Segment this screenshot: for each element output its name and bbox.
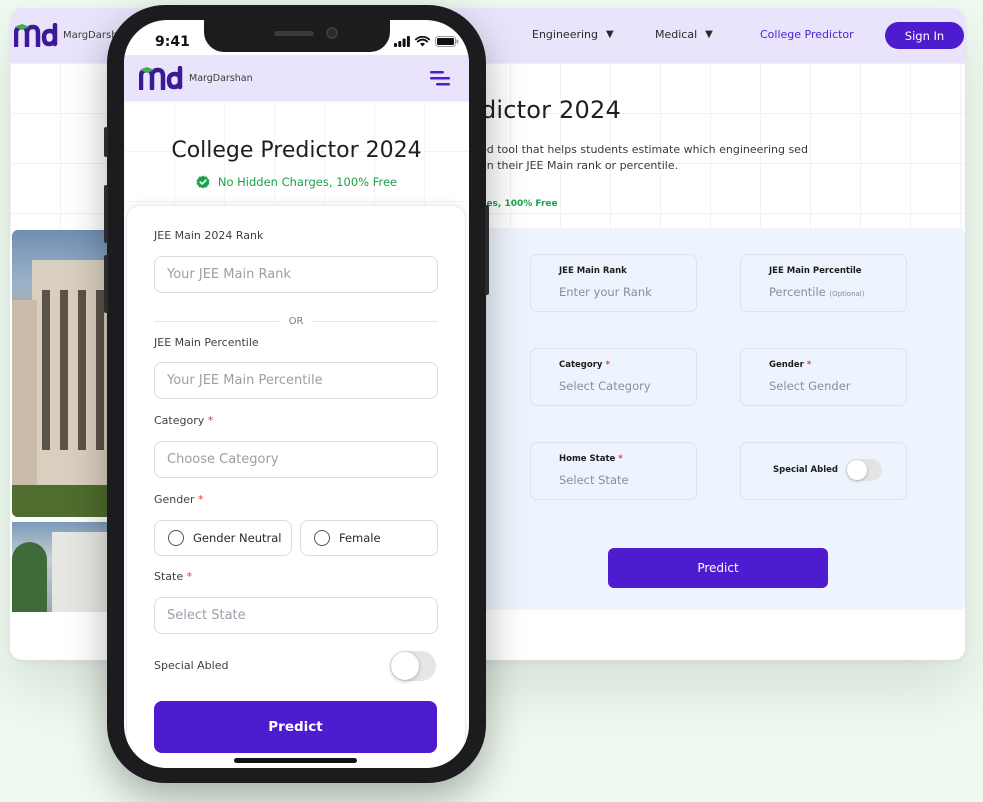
or-text: OR xyxy=(288,316,304,327)
nav-college-predictor[interactable]: College Predictor xyxy=(760,28,854,41)
phone-no-hidden-charges: No Hidden Charges, 100% Free xyxy=(124,175,469,189)
radio-circle-icon xyxy=(314,530,330,546)
nav-engineering[interactable]: Engineering ▼ xyxy=(532,28,614,41)
phone-screen: 9:41 MargDarshan College Predictor 2024 … xyxy=(124,20,469,768)
status-icons xyxy=(394,36,459,47)
rank-input[interactable]: Your JEE Main Rank xyxy=(154,256,438,293)
category-select[interactable]: Category * Select Category xyxy=(530,348,697,406)
phone-mute-switch xyxy=(104,127,108,157)
rank-label: JEE Main 2024 Rank xyxy=(154,229,264,242)
state-select[interactable]: Select State xyxy=(154,597,438,634)
state-label: State * xyxy=(154,570,193,583)
gender-placeholder: Select Gender xyxy=(769,379,851,393)
rank-label: JEE Main Rank xyxy=(559,266,627,276)
nav-medical[interactable]: Medical ▼ xyxy=(655,28,713,41)
nav-engineering-label: Engineering xyxy=(532,28,598,41)
category-select[interactable]: Choose Category xyxy=(154,441,438,478)
wifi-icon xyxy=(415,36,430,47)
toggle-knob xyxy=(847,460,867,480)
gender-option-neutral[interactable]: Gender Neutral xyxy=(154,520,292,556)
hamburger-menu-icon[interactable] xyxy=(430,70,452,86)
logo-icon xyxy=(14,23,58,47)
desktop-predict-button[interactable]: Predict xyxy=(608,548,828,588)
nav-medical-label: Medical xyxy=(655,28,698,41)
or-divider: OR xyxy=(154,316,439,327)
gender-select[interactable]: Gender * Select Gender xyxy=(740,348,907,406)
phone-volume-down xyxy=(104,255,108,313)
campus-photo-secondary xyxy=(12,522,122,612)
logo-icon xyxy=(139,66,183,90)
toggle-knob xyxy=(391,652,419,680)
category-placeholder: Select Category xyxy=(559,379,651,393)
rank-field[interactable]: JEE Main Rank Enter your Rank xyxy=(530,254,697,312)
status-time: 9:41 xyxy=(155,34,190,50)
gender-option-female[interactable]: Female xyxy=(300,520,438,556)
phone-page-title: College Predictor 2024 xyxy=(171,138,422,163)
divider-line xyxy=(313,321,439,322)
check-badge-icon xyxy=(196,175,210,189)
signal-icon xyxy=(394,36,410,47)
home-state-select[interactable]: Home State * Select State xyxy=(530,442,697,500)
desktop-no-hidden-charges: ges, 100% Free xyxy=(480,199,558,209)
phone-frame: 9:41 MargDarshan College Predictor 2024 … xyxy=(104,5,489,783)
divider-line xyxy=(154,321,279,322)
special-abled-toggle[interactable] xyxy=(846,459,882,481)
home-state-label: Home State * xyxy=(559,454,623,464)
special-abled-toggle[interactable] xyxy=(390,651,436,681)
special-abled-field: Special Abled xyxy=(740,442,907,500)
sign-in-button[interactable]: Sign In xyxy=(885,22,964,49)
caret-down-icon: ▼ xyxy=(705,29,713,40)
home-indicator xyxy=(234,758,357,763)
gender-label: Gender * xyxy=(769,360,812,370)
phone-notch xyxy=(204,20,390,52)
percentile-input[interactable]: Your JEE Main Percentile xyxy=(154,362,438,399)
gender-option-label: Female xyxy=(339,531,381,545)
caret-down-icon: ▼ xyxy=(606,29,614,40)
phone-brand-name: MargDarshan xyxy=(189,72,253,84)
phone-navbar: MargDarshan xyxy=(124,55,469,101)
home-state-placeholder: Select State xyxy=(559,473,629,487)
phone-power-button xyxy=(485,205,489,295)
gender-label: Gender * xyxy=(154,493,204,506)
radio-circle-icon xyxy=(168,530,184,546)
category-label: Category * xyxy=(154,414,214,427)
category-label: Category * xyxy=(559,360,610,370)
battery-icon xyxy=(435,36,459,47)
phone-no-hidden-text: No Hidden Charges, 100% Free xyxy=(217,175,398,189)
percentile-placeholder: Percentile (Optional) xyxy=(769,285,865,299)
camera xyxy=(326,27,338,39)
desktop-hero-title: edictor 2024 xyxy=(466,96,621,124)
optional-tag: (Optional) xyxy=(829,290,865,298)
phone-logo[interactable]: MargDarshan xyxy=(139,66,253,90)
desktop-hero-description: ed tool that helps students estimate whi… xyxy=(480,143,808,172)
percentile-label: JEE Main Percentile xyxy=(154,336,259,349)
percentile-field[interactable]: JEE Main Percentile Percentile (Optional… xyxy=(740,254,907,312)
special-abled-label: Special Abled xyxy=(154,659,229,672)
speaker xyxy=(274,31,314,36)
gender-option-label: Gender Neutral xyxy=(193,531,282,545)
phone-volume-up xyxy=(104,185,108,243)
special-abled-label: Special Abled xyxy=(773,465,838,475)
percentile-label: JEE Main Percentile xyxy=(769,266,862,276)
rank-placeholder: Enter your Rank xyxy=(559,285,652,299)
phone-predict-button[interactable]: Predict xyxy=(154,701,437,753)
